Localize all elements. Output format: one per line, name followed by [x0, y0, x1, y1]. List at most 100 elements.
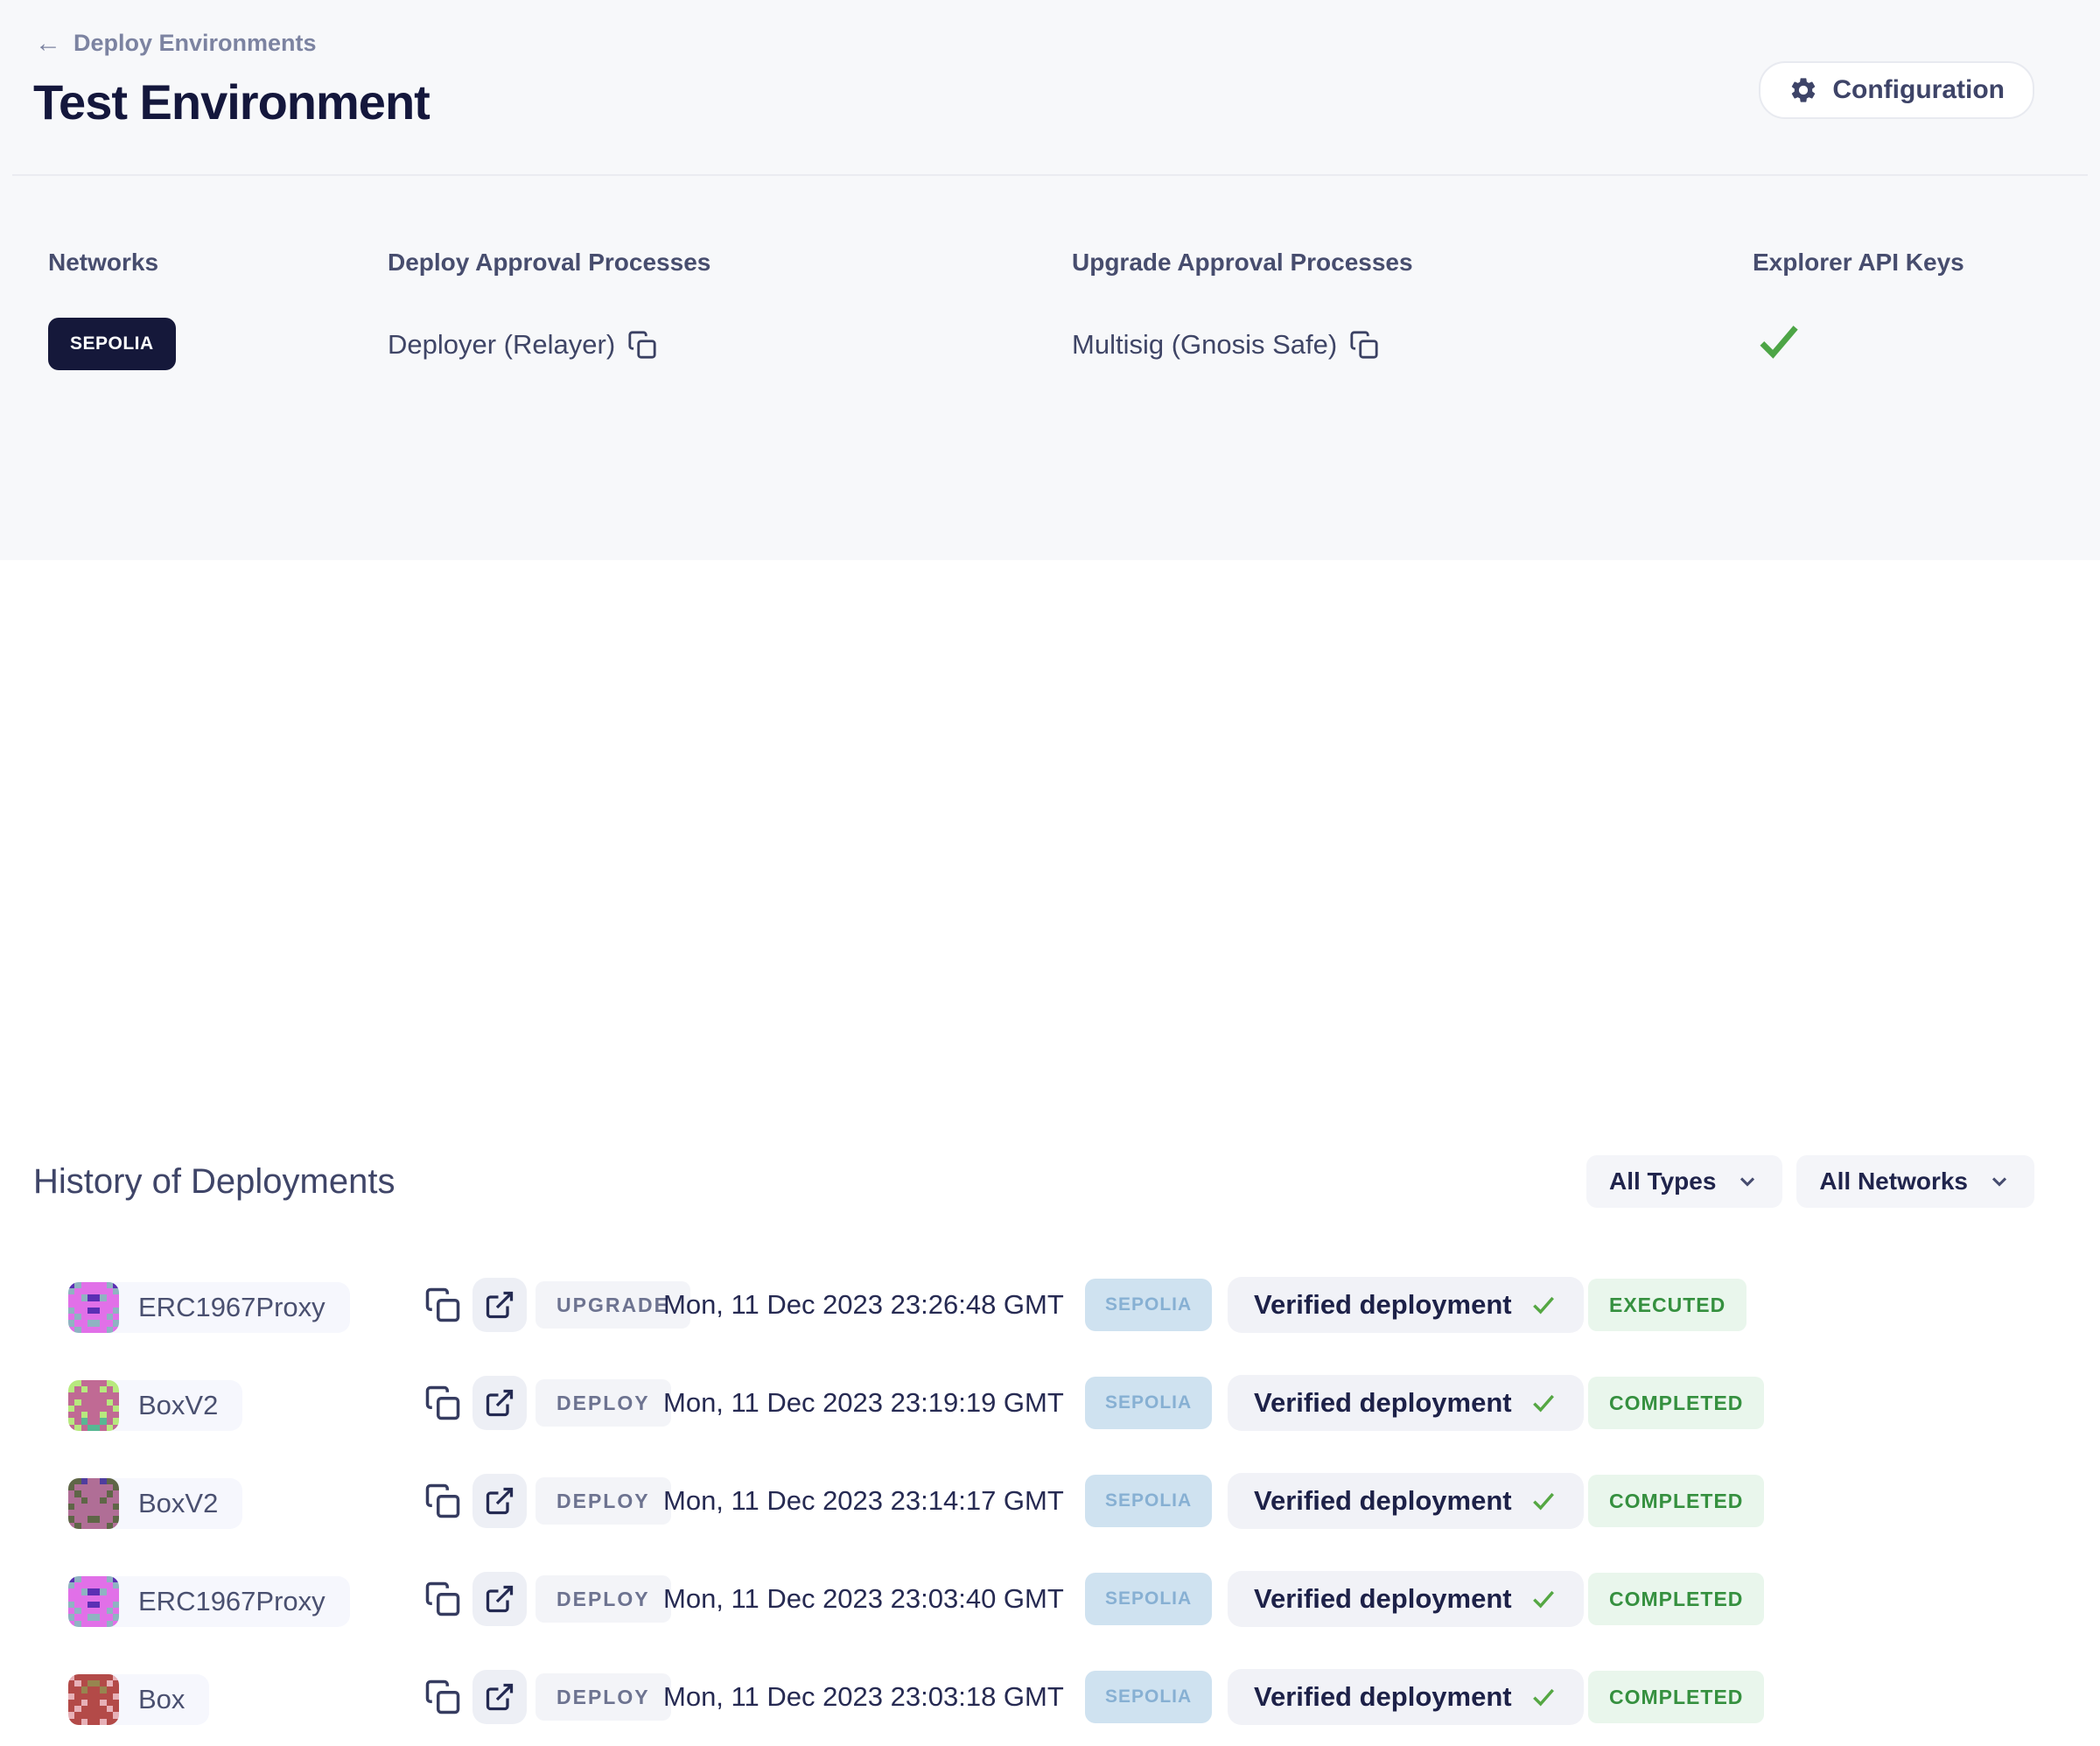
status-cell: Verified deployment [1228, 1277, 1588, 1333]
contract-link[interactable]: Box [68, 1674, 209, 1725]
history-title: History of Deployments [33, 1162, 395, 1202]
contract-link[interactable]: ERC1967Proxy [68, 1282, 350, 1333]
copy-address-icon[interactable] [422, 1578, 464, 1620]
deployment-timestamp: Mon, 11 Dec 2023 23:03:40 GMT [663, 1583, 1085, 1615]
external-link-icon[interactable] [472, 1670, 527, 1724]
column-header-explorer-api-keys: Explorer API Keys [1753, 249, 1964, 277]
deployment-state-badge: COMPLETED [1588, 1573, 1764, 1625]
deployment-row: BoxV2 DEPLOY Mon, 11 Dec 2023 23:19:19 G… [0, 1354, 2100, 1452]
contract-cell: ERC1967Proxy [68, 1571, 418, 1627]
verification-status-pill: Verified deployment [1228, 1375, 1584, 1431]
contract-cell: BoxV2 [68, 1375, 418, 1431]
contract-name: BoxV2 [119, 1488, 242, 1519]
state-cell: COMPLETED [1588, 1377, 2100, 1429]
deployment-type-badge: DEPLOY [536, 1477, 671, 1525]
row-actions [418, 1474, 536, 1528]
type-filter-value: All Types [1609, 1168, 1716, 1196]
network-badge: SEPOLIA [1085, 1377, 1212, 1429]
verification-status-pill: Verified deployment [1228, 1473, 1584, 1529]
chevron-down-icon [1987, 1169, 2012, 1194]
copy-icon[interactable] [1349, 330, 1379, 360]
contract-link[interactable]: BoxV2 [68, 1380, 242, 1431]
upgrade-approval-process: Multisig (Gnosis Safe) [1072, 329, 1379, 361]
contract-avatar [68, 1576, 119, 1627]
type-cell: DEPLOY [536, 1477, 663, 1525]
verification-status-label: Verified deployment [1254, 1289, 1512, 1321]
deployment-state-badge: COMPLETED [1588, 1377, 1764, 1429]
contract-name: Box [119, 1684, 209, 1715]
verification-status-label: Verified deployment [1254, 1485, 1512, 1517]
verification-status-pill: Verified deployment [1228, 1571, 1584, 1627]
verification-status-label: Verified deployment [1254, 1387, 1512, 1419]
copy-icon[interactable] [627, 330, 657, 360]
verification-status-label: Verified deployment [1254, 1681, 1512, 1713]
contract-cell: BoxV2 [68, 1473, 418, 1529]
type-cell: DEPLOY [536, 1673, 663, 1721]
upgrade-approval-label: Multisig (Gnosis Safe) [1072, 329, 1337, 361]
network-badge: SEPOLIA [1085, 1573, 1212, 1625]
contract-cell: ERC1967Proxy [68, 1277, 418, 1333]
network-badge-sepolia: SEPOLIA [48, 318, 176, 370]
network-cell: SEPOLIA [1085, 1279, 1228, 1331]
row-actions [418, 1670, 536, 1724]
breadcrumb-back-link[interactable]: ← Deploy Environments [35, 30, 317, 57]
row-actions [418, 1278, 536, 1332]
back-arrow-icon: ← [35, 31, 61, 57]
verification-status-pill: Verified deployment [1228, 1277, 1584, 1333]
configuration-button[interactable]: Configuration [1759, 61, 2034, 119]
gear-icon [1788, 75, 1818, 105]
contract-link[interactable]: BoxV2 [68, 1478, 242, 1529]
breadcrumb-label: Deploy Environments [74, 30, 317, 57]
external-link-icon[interactable] [472, 1278, 527, 1332]
check-icon [1530, 1487, 1558, 1515]
network-cell: SEPOLIA [1085, 1573, 1228, 1625]
type-filter-dropdown[interactable]: All Types [1586, 1155, 1782, 1208]
external-link-icon[interactable] [472, 1572, 527, 1626]
column-header-upgrade-approval: Upgrade Approval Processes [1072, 249, 1413, 277]
external-link-icon[interactable] [472, 1474, 527, 1528]
deploy-approval-label: Deployer (Relayer) [388, 329, 615, 361]
contract-link[interactable]: ERC1967Proxy [68, 1576, 350, 1627]
deployment-type-badge: DEPLOY [536, 1379, 671, 1427]
check-icon [1530, 1683, 1558, 1711]
contract-avatar [68, 1282, 119, 1333]
check-icon [1530, 1585, 1558, 1613]
verification-status-pill: Verified deployment [1228, 1669, 1584, 1725]
deployment-timestamp: Mon, 11 Dec 2023 23:26:48 GMT [663, 1289, 1085, 1321]
network-badge: SEPOLIA [1085, 1475, 1212, 1527]
contract-name: ERC1967Proxy [119, 1586, 350, 1617]
row-actions [418, 1572, 536, 1626]
external-link-icon[interactable] [472, 1376, 527, 1430]
column-header-networks: Networks [48, 249, 158, 277]
deployment-rows: ERC1967Proxy UPGRADE Mon, 11 Dec 2023 23… [0, 1256, 2100, 1746]
type-cell: DEPLOY [536, 1575, 663, 1623]
copy-address-icon[interactable] [422, 1284, 464, 1326]
contract-name: ERC1967Proxy [119, 1292, 350, 1323]
history-filters: All Types All Networks [1586, 1155, 2034, 1208]
verification-status-label: Verified deployment [1254, 1583, 1512, 1615]
deployment-row: ERC1967Proxy DEPLOY Mon, 11 Dec 2023 23:… [0, 1550, 2100, 1648]
page-title: Test Environment [33, 74, 430, 130]
type-cell: DEPLOY [536, 1379, 663, 1427]
network-cell: SEPOLIA [1085, 1475, 1228, 1527]
column-header-deploy-approval: Deploy Approval Processes [388, 249, 710, 277]
check-icon [1530, 1291, 1558, 1319]
row-actions [418, 1376, 536, 1430]
status-cell: Verified deployment [1228, 1669, 1588, 1725]
network-cell: SEPOLIA [1085, 1377, 1228, 1429]
history-of-deployments-section: History of Deployments All Types All Net… [0, 560, 2100, 1176]
deployment-timestamp: Mon, 11 Dec 2023 23:14:17 GMT [663, 1485, 1085, 1517]
contract-avatar [68, 1380, 119, 1431]
deploy-environment-page: ← Deploy Environments Test Environment C… [0, 0, 2100, 1176]
network-filter-dropdown[interactable]: All Networks [1796, 1155, 2034, 1208]
copy-address-icon[interactable] [422, 1480, 464, 1522]
deployment-row: ERC1967Proxy UPGRADE Mon, 11 Dec 2023 23… [0, 1256, 2100, 1354]
copy-address-icon[interactable] [422, 1382, 464, 1424]
contract-name: BoxV2 [119, 1390, 242, 1421]
environment-summary-section: ← Deploy Environments Test Environment C… [0, 0, 2100, 560]
status-cell: Verified deployment [1228, 1571, 1588, 1627]
network-filter-value: All Networks [1819, 1168, 1968, 1196]
contract-cell: Box [68, 1669, 418, 1725]
copy-address-icon[interactable] [422, 1676, 464, 1718]
state-cell: EXECUTED [1588, 1279, 2100, 1331]
